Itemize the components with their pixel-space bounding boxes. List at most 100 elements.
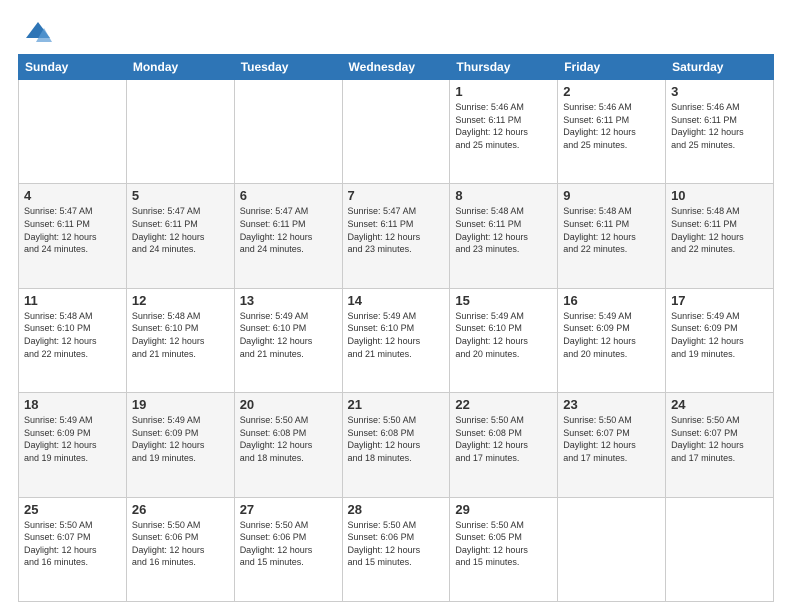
day-number: 21 xyxy=(348,397,445,412)
day-number: 27 xyxy=(240,502,337,517)
calendar-cell: 9Sunrise: 5:48 AMSunset: 6:11 PMDaylight… xyxy=(558,184,666,288)
day-of-week-header: Tuesday xyxy=(234,55,342,80)
day-number: 6 xyxy=(240,188,337,203)
calendar-header-row: SundayMondayTuesdayWednesdayThursdayFrid… xyxy=(19,55,774,80)
calendar-cell: 26 Sunrise: 5:50 AMSunset: 6:06 PMDayligh… xyxy=(126,497,234,601)
day-number: 24 xyxy=(671,397,768,412)
day-info: Sunrise: 5:49 AMSunset: 6:10 PMDaylight:… xyxy=(348,310,445,360)
logo-area xyxy=(18,18,52,46)
calendar-cell: 22Sunrise: 5:50 AMSunset: 6:08 PMDayligh… xyxy=(450,393,558,497)
calendar-cell: 27 Sunrise: 5:50 AMSunset: 6:06 PMDayligh… xyxy=(234,497,342,601)
logo-icon xyxy=(24,18,52,46)
day-info: Sunrise: 5:48 AMSunset: 6:11 PMDaylight:… xyxy=(671,205,768,255)
calendar-cell xyxy=(558,497,666,601)
day-info: Sunrise: 5:50 AMSunset: 6:08 PMDaylight:… xyxy=(240,414,337,464)
calendar-cell: 16 Sunrise: 5:49 AMSunset: 6:09 PMDayligh… xyxy=(558,288,666,392)
calendar-cell: 24 Sunrise: 5:50 AMSunset: 6:07 PMDayligh… xyxy=(666,393,774,497)
day-number: 14 xyxy=(348,293,445,308)
day-number: 3 xyxy=(671,84,768,99)
calendar-cell: 6 Sunrise: 5:47 AMSunset: 6:11 PMDaylight… xyxy=(234,184,342,288)
day-number: 18 xyxy=(24,397,121,412)
calendar-cell: 19 Sunrise: 5:49 AMSunset: 6:09 PMDayligh… xyxy=(126,393,234,497)
calendar-cell: 25 Sunrise: 5:50 AMSunset: 6:07 PMDayligh… xyxy=(19,497,127,601)
day-number: 23 xyxy=(563,397,660,412)
day-info: Sunrise: 5:49 AMSunset: 6:09 PMDaylight:… xyxy=(24,414,121,464)
day-number: 12 xyxy=(132,293,229,308)
day-info: Sunrise: 5:46 AMSunset: 6:11 PMDaylight:… xyxy=(563,101,660,151)
calendar-week-row: 11Sunrise: 5:48 AMSunset: 6:10 PMDayligh… xyxy=(19,288,774,392)
calendar-week-row: 1 Sunrise: 5:46 AMSunset: 6:11 PMDaylight… xyxy=(19,80,774,184)
day-number: 7 xyxy=(348,188,445,203)
header xyxy=(18,18,774,46)
day-info: Sunrise: 5:49 AMSunset: 6:10 PMDaylight:… xyxy=(455,310,552,360)
calendar-cell: 15 Sunrise: 5:49 AMSunset: 6:10 PMDayligh… xyxy=(450,288,558,392)
day-number: 26 xyxy=(132,502,229,517)
calendar-cell: 13 Sunrise: 5:49 AMSunset: 6:10 PMDayligh… xyxy=(234,288,342,392)
calendar-table: SundayMondayTuesdayWednesdayThursdayFrid… xyxy=(18,54,774,602)
day-info: Sunrise: 5:50 AMSunset: 6:06 PMDaylight:… xyxy=(132,519,229,569)
day-info: Sunrise: 5:50 AMSunset: 6:05 PMDaylight:… xyxy=(455,519,552,569)
calendar-cell: 10Sunrise: 5:48 AMSunset: 6:11 PMDayligh… xyxy=(666,184,774,288)
page: SundayMondayTuesdayWednesdayThursdayFrid… xyxy=(0,0,792,612)
day-info: Sunrise: 5:47 AMSunset: 6:11 PMDaylight:… xyxy=(348,205,445,255)
day-info: Sunrise: 5:50 AMSunset: 6:07 PMDaylight:… xyxy=(24,519,121,569)
calendar-cell: 11Sunrise: 5:48 AMSunset: 6:10 PMDayligh… xyxy=(19,288,127,392)
day-of-week-header: Sunday xyxy=(19,55,127,80)
calendar-cell: 28 Sunrise: 5:50 AMSunset: 6:06 PMDayligh… xyxy=(342,497,450,601)
day-number: 13 xyxy=(240,293,337,308)
day-of-week-header: Saturday xyxy=(666,55,774,80)
day-info: Sunrise: 5:48 AMSunset: 6:11 PMDaylight:… xyxy=(455,205,552,255)
day-info: Sunrise: 5:50 AMSunset: 6:07 PMDaylight:… xyxy=(563,414,660,464)
day-info: Sunrise: 5:48 AMSunset: 6:10 PMDaylight:… xyxy=(132,310,229,360)
day-number: 25 xyxy=(24,502,121,517)
day-info: Sunrise: 5:49 AMSunset: 6:09 PMDaylight:… xyxy=(563,310,660,360)
calendar-cell xyxy=(234,80,342,184)
day-of-week-header: Wednesday xyxy=(342,55,450,80)
day-info: Sunrise: 5:50 AMSunset: 6:06 PMDaylight:… xyxy=(348,519,445,569)
day-number: 17 xyxy=(671,293,768,308)
day-info: Sunrise: 5:50 AMSunset: 6:07 PMDaylight:… xyxy=(671,414,768,464)
day-number: 2 xyxy=(563,84,660,99)
day-of-week-header: Thursday xyxy=(450,55,558,80)
calendar-cell: 4 Sunrise: 5:47 AMSunset: 6:11 PMDaylight… xyxy=(19,184,127,288)
day-info: Sunrise: 5:49 AMSunset: 6:10 PMDaylight:… xyxy=(240,310,337,360)
day-info: Sunrise: 5:48 AMSunset: 6:10 PMDaylight:… xyxy=(24,310,121,360)
calendar-cell: 21 Sunrise: 5:50 AMSunset: 6:08 PMDayligh… xyxy=(342,393,450,497)
calendar-cell: 7 Sunrise: 5:47 AMSunset: 6:11 PMDaylight… xyxy=(342,184,450,288)
calendar-cell xyxy=(126,80,234,184)
calendar-cell: 29 Sunrise: 5:50 AMSunset: 6:05 PMDayligh… xyxy=(450,497,558,601)
calendar-cell: 20 Sunrise: 5:50 AMSunset: 6:08 PMDayligh… xyxy=(234,393,342,497)
day-info: Sunrise: 5:46 AMSunset: 6:11 PMDaylight:… xyxy=(671,101,768,151)
calendar-cell xyxy=(19,80,127,184)
day-number: 8 xyxy=(455,188,552,203)
day-number: 16 xyxy=(563,293,660,308)
day-info: Sunrise: 5:47 AMSunset: 6:11 PMDaylight:… xyxy=(240,205,337,255)
day-number: 28 xyxy=(348,502,445,517)
day-info: Sunrise: 5:48 AMSunset: 6:11 PMDaylight:… xyxy=(563,205,660,255)
calendar-cell: 14 Sunrise: 5:49 AMSunset: 6:10 PMDayligh… xyxy=(342,288,450,392)
day-number: 15 xyxy=(455,293,552,308)
day-info: Sunrise: 5:50 AMSunset: 6:06 PMDaylight:… xyxy=(240,519,337,569)
day-info: Sunrise: 5:49 AMSunset: 6:09 PMDaylight:… xyxy=(671,310,768,360)
day-number: 29 xyxy=(455,502,552,517)
day-of-week-header: Friday xyxy=(558,55,666,80)
day-number: 1 xyxy=(455,84,552,99)
calendar-cell: 3 Sunrise: 5:46 AMSunset: 6:11 PMDaylight… xyxy=(666,80,774,184)
calendar-cell: 8 Sunrise: 5:48 AMSunset: 6:11 PMDaylight… xyxy=(450,184,558,288)
day-info: Sunrise: 5:47 AMSunset: 6:11 PMDaylight:… xyxy=(132,205,229,255)
day-info: Sunrise: 5:50 AMSunset: 6:08 PMDaylight:… xyxy=(348,414,445,464)
day-info: Sunrise: 5:46 AMSunset: 6:11 PMDaylight:… xyxy=(455,101,552,151)
calendar-cell xyxy=(342,80,450,184)
day-of-week-header: Monday xyxy=(126,55,234,80)
calendar-week-row: 4 Sunrise: 5:47 AMSunset: 6:11 PMDaylight… xyxy=(19,184,774,288)
calendar-week-row: 18 Sunrise: 5:49 AMSunset: 6:09 PMDayligh… xyxy=(19,393,774,497)
day-number: 4 xyxy=(24,188,121,203)
day-number: 19 xyxy=(132,397,229,412)
calendar-cell: 23 Sunrise: 5:50 AMSunset: 6:07 PMDayligh… xyxy=(558,393,666,497)
day-number: 20 xyxy=(240,397,337,412)
calendar-week-row: 25 Sunrise: 5:50 AMSunset: 6:07 PMDayligh… xyxy=(19,497,774,601)
day-info: Sunrise: 5:47 AMSunset: 6:11 PMDaylight:… xyxy=(24,205,121,255)
day-number: 22 xyxy=(455,397,552,412)
calendar-cell: 1 Sunrise: 5:46 AMSunset: 6:11 PMDaylight… xyxy=(450,80,558,184)
day-info: Sunrise: 5:49 AMSunset: 6:09 PMDaylight:… xyxy=(132,414,229,464)
